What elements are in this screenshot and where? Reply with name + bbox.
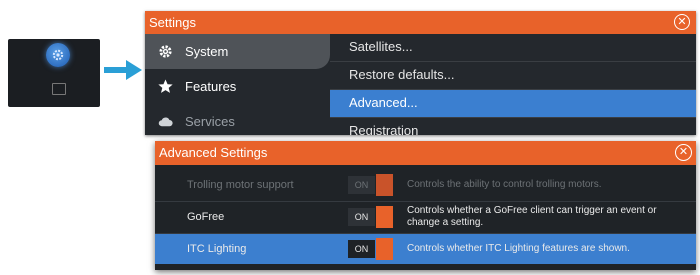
- sidebar-item-label: Services: [185, 114, 235, 129]
- menu-item-satellites[interactable]: Satellites...: [330, 34, 696, 62]
- advanced-settings-titlebar: Advanced Settings ✕: [155, 141, 696, 165]
- setting-label: Trolling motor support: [187, 179, 294, 191]
- close-icon[interactable]: ✕: [675, 144, 692, 161]
- sidebar-item-system[interactable]: System: [145, 34, 330, 69]
- system-menu: Satellites... Restore defaults... Advanc…: [330, 34, 696, 135]
- flow-arrow-icon: [104, 60, 142, 80]
- settings-gear-button[interactable]: [46, 43, 70, 67]
- settings-titlebar: Settings ✕: [145, 11, 696, 34]
- setting-toggle[interactable]: [376, 174, 393, 196]
- settings-sidebar: System Features Services: [145, 34, 330, 135]
- home-screen-thumbnail: [8, 39, 100, 107]
- settings-window: Settings ✕ System Features Services Sate…: [145, 11, 696, 135]
- setting-description: Controls whether a GoFree client can tri…: [407, 205, 657, 228]
- close-icon[interactable]: ✕: [674, 14, 690, 30]
- menu-item-advanced[interactable]: Advanced...: [330, 90, 696, 118]
- setting-label: ITC Lighting: [187, 243, 247, 255]
- setting-state-badge: ON: [348, 240, 375, 258]
- setting-toggle[interactable]: [376, 206, 393, 228]
- setting-row-trolling-motor[interactable]: Trolling motor support ON Controls the a…: [155, 170, 696, 200]
- setting-state-badge: ON: [348, 176, 375, 194]
- setting-state-badge: ON: [348, 208, 375, 226]
- setting-label: GoFree: [187, 211, 225, 223]
- setting-row-gofree[interactable]: GoFree ON Controls whether a GoFree clie…: [155, 202, 696, 232]
- sidebar-item-label: System: [185, 44, 229, 59]
- settings-title: Settings: [149, 15, 196, 30]
- cloud-icon: [158, 117, 173, 127]
- setting-description: Controls whether ITC Lighting features a…: [407, 243, 630, 254]
- settings-gear-icon: [52, 49, 64, 61]
- sidebar-item-label: Features: [185, 79, 237, 94]
- gear-icon: [159, 45, 172, 58]
- advanced-settings-title: Advanced Settings: [159, 145, 268, 160]
- advanced-settings-dialog: Advanced Settings ✕ Trolling motor suppo…: [155, 141, 696, 270]
- setting-description: Controls the ability to control trolling…: [407, 179, 602, 190]
- menu-item-registration[interactable]: Registration: [330, 118, 696, 135]
- sidebar-item-features[interactable]: Features: [145, 69, 328, 104]
- screen-icon: [52, 83, 66, 95]
- advanced-settings-list: Trolling motor support ON Controls the a…: [155, 165, 696, 270]
- setting-row-itc-lighting[interactable]: ITC Lighting ON Controls whether ITC Lig…: [155, 234, 696, 264]
- star-icon: [158, 79, 173, 93]
- setting-toggle[interactable]: [376, 238, 393, 260]
- menu-item-restore-defaults[interactable]: Restore defaults...: [330, 62, 696, 90]
- sidebar-item-services[interactable]: Services: [145, 104, 328, 135]
